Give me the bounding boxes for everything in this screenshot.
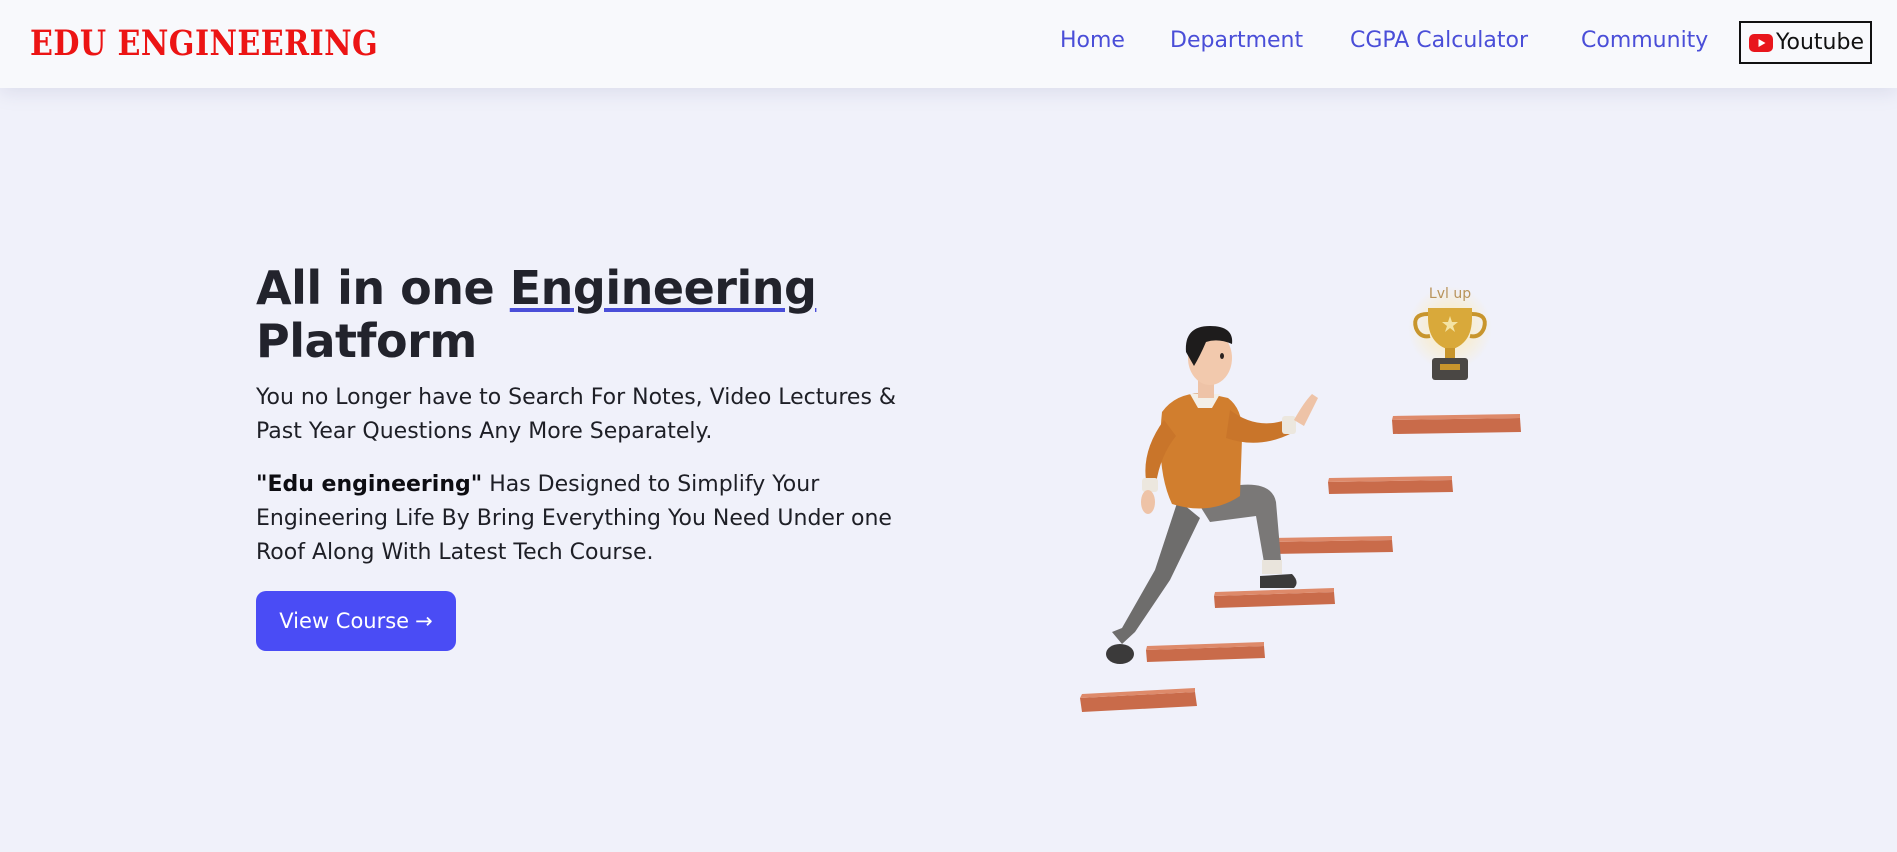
hero-description-brand: "Edu engineering"	[256, 472, 483, 497]
stairs	[1080, 414, 1521, 712]
person-figure	[1106, 326, 1318, 664]
hero-title-part1: All in one	[256, 261, 510, 315]
trophy-icon: Lvl up	[1408, 286, 1492, 380]
hero-title: All in one Engineering Platform	[256, 262, 956, 368]
hero-subtitle: You no Longer have to Search For Notes, …	[256, 385, 897, 444]
nav-community[interactable]: Community	[1581, 28, 1708, 53]
hero-title-part2: Platform	[256, 314, 477, 368]
youtube-label: Youtube	[1776, 30, 1864, 55]
youtube-icon	[1749, 33, 1773, 52]
hero-title-highlight: Engineering	[509, 261, 817, 315]
view-course-button[interactable]: View Course →	[256, 591, 456, 651]
nav-department[interactable]: Department	[1170, 28, 1303, 53]
site-header: EDU ENGINEERING Home Department CGPA Cal…	[0, 0, 1897, 88]
hero-description: "Edu engineering" Has Designed to Simpli…	[256, 468, 936, 570]
stairs-climber-illustration: Lvl up	[1080, 286, 1521, 712]
arrow-right-icon: →	[415, 609, 433, 633]
view-course-label: View Course	[279, 609, 410, 633]
trophy-label: Lvl up	[1429, 286, 1471, 302]
youtube-button[interactable]: Youtube	[1739, 21, 1872, 64]
nav-cgpa-calculator[interactable]: CGPA Calculator	[1350, 28, 1528, 53]
brand-logo[interactable]: EDU ENGINEERING	[30, 23, 378, 64]
nav-home[interactable]: Home	[1060, 28, 1125, 53]
